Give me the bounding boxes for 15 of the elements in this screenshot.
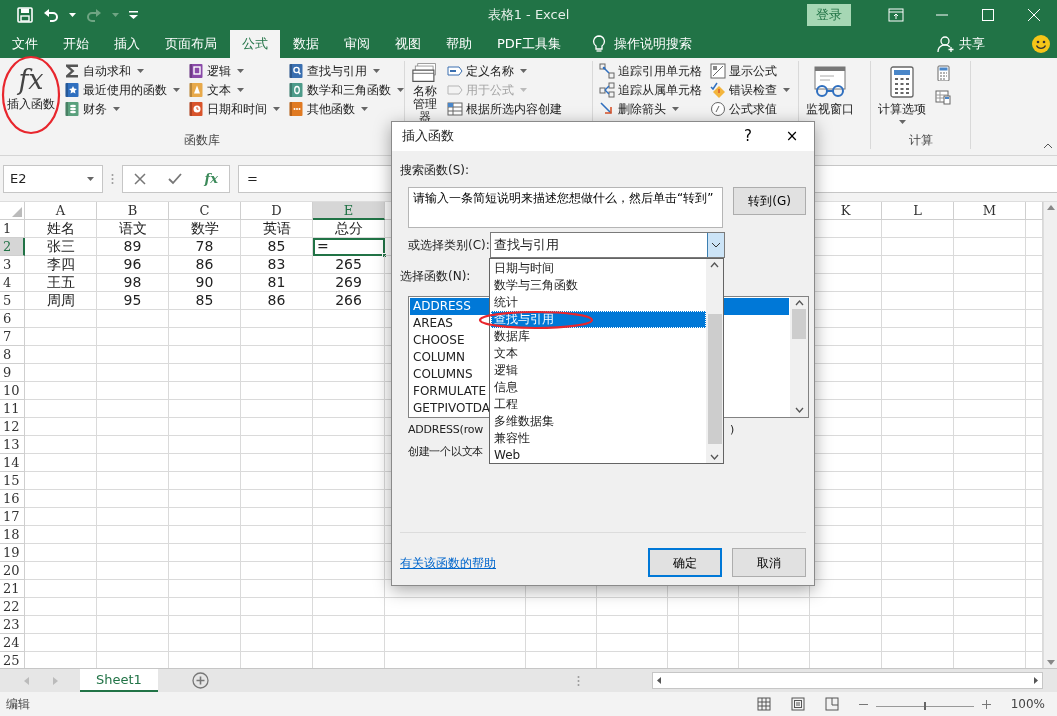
syntax-text: ADDRESS(row — [408, 422, 484, 438]
field-label: 选择函数(N): — [400, 268, 471, 284]
group-label: 计算 — [907, 132, 934, 149]
formula-text: = — [247, 169, 258, 188]
window-title: 表格1 - Excel — [486, 6, 571, 25]
description-text: 创建一个以文本 — [408, 444, 483, 460]
cell-reference: E2 — [10, 169, 27, 188]
status-text: 编辑 — [6, 696, 30, 713]
syntax-text: ) — [729, 422, 734, 438]
dialog-title: 插入函数 — [402, 127, 455, 146]
group-label: 函数库 — [183, 132, 221, 149]
select-value: 查找与引用 — [494, 235, 559, 254]
field-label: 或选择类别(C): — [408, 237, 490, 253]
field-label: 搜索函数(S): — [400, 162, 470, 178]
function-icon: fx — [18, 63, 44, 97]
